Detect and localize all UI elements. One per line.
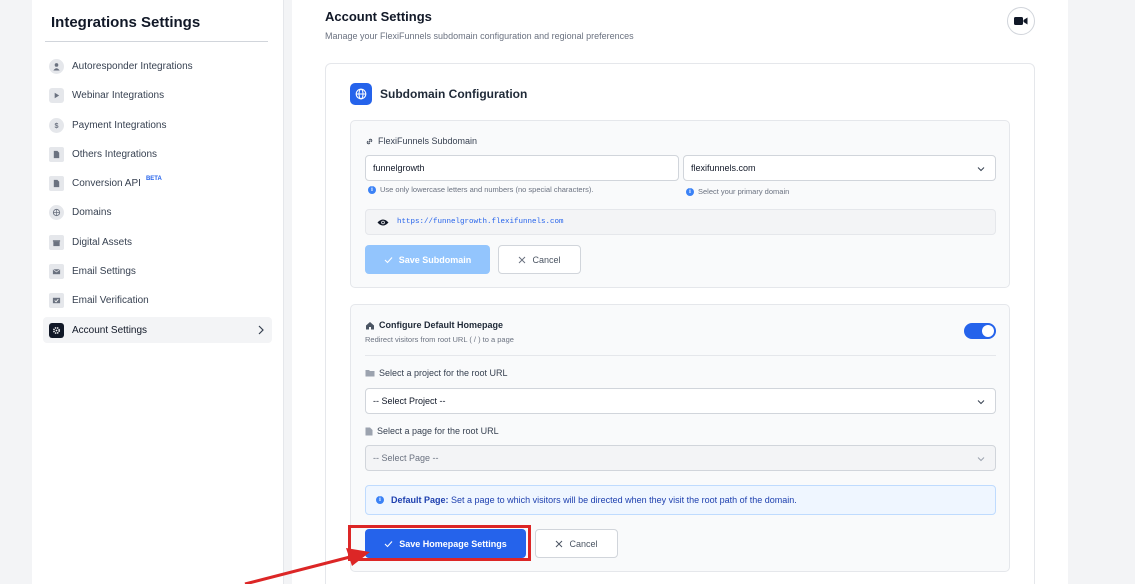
chevron-down-icon — [977, 400, 985, 405]
sidebar-item-label: Payment Integrations — [72, 119, 167, 131]
domain-hint: i Select your primary domain — [686, 187, 789, 196]
folder-icon — [365, 370, 375, 377]
sidebar-item-webinar[interactable]: Webinar Integrations — [43, 82, 272, 108]
dollar-icon: $ — [49, 117, 64, 133]
gear-icon — [49, 322, 64, 338]
close-icon — [556, 540, 563, 547]
domain-select-value: flexifunnels.com — [691, 163, 756, 173]
sidebar-item-email-settings[interactable]: Email Settings — [43, 258, 272, 284]
mail-check-icon — [49, 292, 64, 308]
sidebar-item-label: Others Integrations — [72, 148, 158, 160]
globe-icon — [49, 204, 64, 220]
homepage-toggle[interactable] — [964, 323, 996, 339]
file-icon — [49, 175, 64, 191]
homepage-subtitle: Redirect visitors from root URL ( / ) to… — [365, 335, 514, 344]
project-label-text: Select a project for the root URL — [379, 368, 508, 378]
cancel-homepage-label: Cancel — [569, 538, 598, 549]
chevron-right-icon — [258, 325, 264, 335]
save-subdomain-label: Save Subdomain — [398, 254, 472, 265]
page-label-text: Select a page for the root URL — [377, 426, 499, 436]
svg-text:$: $ — [55, 121, 59, 130]
homepage-title-text: Configure Default Homepage — [379, 320, 504, 330]
sidebar-item-autoresponder[interactable]: Autoresponder Integrations — [43, 53, 272, 79]
sidebar-item-label: Conversion API — [72, 177, 141, 189]
home-icon — [366, 321, 374, 329]
sidebar-item-email-verification[interactable]: Email Verification — [43, 287, 272, 313]
video-icon — [49, 87, 64, 103]
default-page-info: i Default Page: Set a page to which visi… — [365, 485, 996, 515]
info-icon: i — [368, 185, 376, 194]
video-tutorial-button[interactable] — [1007, 7, 1035, 35]
sidebar-item-others[interactable]: Others Integrations — [43, 141, 272, 167]
sidebar-item-digital-assets[interactable]: Digital Assets — [43, 229, 272, 255]
url-preview: https://funnelgrowth.flexifunnels.com — [365, 209, 996, 235]
sidebar-item-account-settings[interactable]: Account Settings — [43, 317, 272, 343]
sidebar-item-conversion-api[interactable]: Conversion API BETA — [43, 170, 272, 196]
project-select[interactable]: -- Select Project -- — [365, 388, 996, 414]
domain-select[interactable]: flexifunnels.com — [683, 155, 996, 181]
page-label: Select a page for the root URL — [365, 426, 499, 436]
domain-hint-text: Select your primary domain — [698, 187, 790, 196]
check-icon — [384, 256, 393, 263]
sidebar-item-label: Email Verification — [72, 294, 149, 306]
sidebar-title: Integrations Settings — [51, 14, 201, 31]
page-select[interactable]: -- Select Page -- — [365, 445, 996, 471]
toggle-knob — [982, 325, 994, 337]
save-homepage-button[interactable]: Save Homepage Settings — [365, 529, 526, 558]
subdomain-hint: i Use only lowercase letters and numbers… — [368, 185, 593, 194]
save-homepage-label: Save Homepage Settings — [399, 538, 507, 549]
beta-badge: BETA — [145, 176, 162, 182]
close-icon — [519, 256, 526, 263]
sidebar-divider — [45, 41, 268, 42]
globe-icon — [350, 83, 372, 105]
info-icon: i — [376, 496, 384, 504]
subdomain-label-text: FlexiFunnels Subdomain — [378, 136, 478, 146]
sidebar-item-payment[interactable]: $ Payment Integrations — [43, 112, 272, 138]
project-select-value: -- Select Project -- — [373, 396, 446, 406]
mail-icon — [49, 263, 64, 279]
sidebar-item-label: Email Settings — [72, 265, 136, 277]
info-text: Set a page to which visitors will be dir… — [451, 495, 797, 505]
eye-icon — [377, 219, 389, 225]
page-title: Account Settings — [325, 9, 432, 24]
cancel-subdomain-button[interactable]: Cancel — [498, 245, 581, 274]
chevron-down-icon — [977, 167, 985, 172]
cancel-homepage-button[interactable]: Cancel — [535, 529, 618, 558]
project-label: Select a project for the root URL — [365, 368, 508, 378]
section-title: Subdomain Configuration — [380, 87, 528, 101]
sidebar-item-domains[interactable]: Domains — [43, 199, 272, 225]
sidebar-item-label: Webinar Integrations — [72, 89, 165, 101]
sidebar-item-label: Domains — [72, 206, 112, 218]
subdomain-label: FlexiFunnels Subdomain — [365, 136, 477, 146]
preview-url: https://funnelgrowth.flexifunnels.com — [397, 218, 564, 226]
file-icon — [49, 146, 64, 162]
panel-divider — [365, 355, 996, 356]
subdomain-input[interactable]: funnelgrowth — [365, 155, 679, 181]
info-strong: Default Page: — [391, 495, 449, 505]
save-subdomain-button[interactable]: Save Subdomain — [365, 245, 490, 274]
subdomain-card: Subdomain Configuration FlexiFunnels Sub… — [325, 63, 1035, 584]
page-select-value: -- Select Page -- — [373, 453, 439, 463]
homepage-title: Configure Default Homepage — [365, 320, 503, 330]
link-icon — [366, 138, 373, 144]
main-content: Account Settings Manage your FlexiFunnel… — [292, 0, 1068, 584]
sidebar-item-label: Digital Assets — [72, 236, 133, 248]
homepage-panel: Configure Default Homepage Redirect visi… — [350, 304, 1010, 572]
subdomain-panel: FlexiFunnels Subdomain funnelgrowth i Us… — [350, 120, 1010, 288]
sidebar: Integrations Settings Autoresponder Inte… — [32, 0, 284, 584]
page-icon — [365, 427, 373, 435]
subdomain-hint-text: Use only lowercase letters and numbers (… — [380, 185, 594, 194]
gift-icon — [49, 234, 64, 250]
video-camera-icon — [1014, 17, 1028, 25]
cancel-subdomain-label: Cancel — [532, 254, 561, 265]
user-icon — [49, 58, 64, 74]
chevron-down-icon — [977, 457, 985, 462]
check-icon — [384, 540, 393, 547]
page-subtitle: Manage your FlexiFunnels subdomain confi… — [325, 31, 634, 41]
sidebar-item-label: Account Settings — [72, 324, 148, 336]
sidebar-item-label: Autoresponder Integrations — [72, 60, 193, 72]
info-icon: i — [686, 187, 694, 196]
